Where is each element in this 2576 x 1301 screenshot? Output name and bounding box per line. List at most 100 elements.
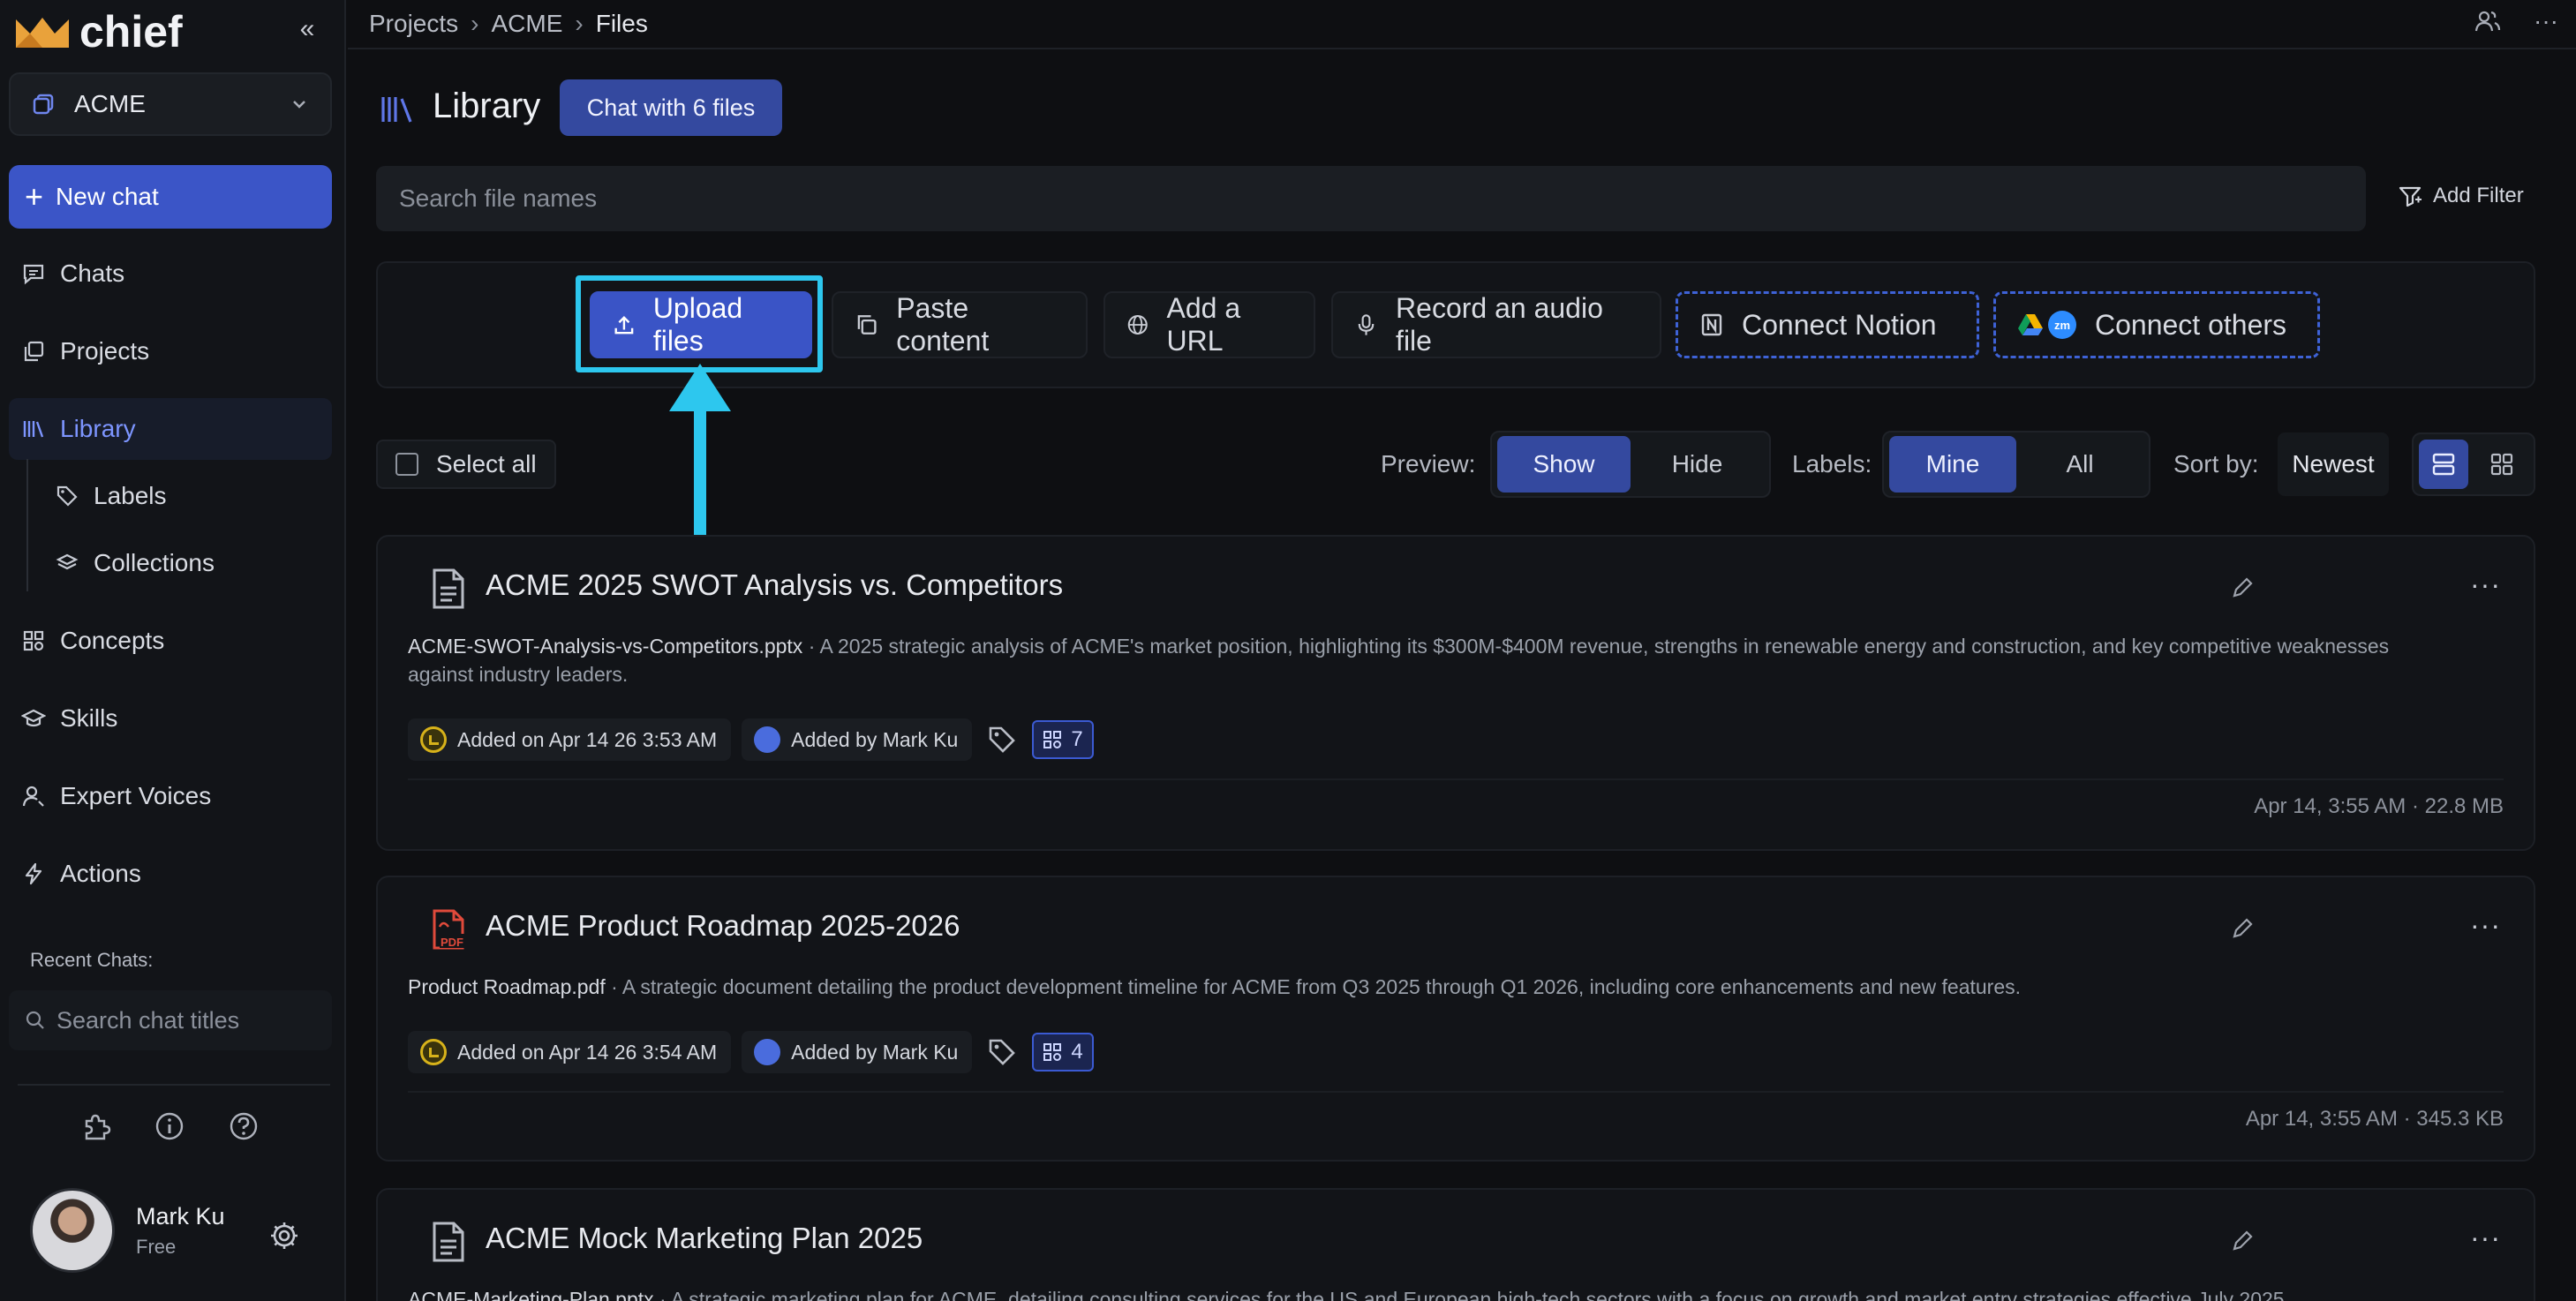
microphone-icon: [1358, 314, 1375, 335]
file-card[interactable]: PDF ACME Product Roadmap 2025-2026 ··· P…: [376, 876, 2535, 1162]
sidebar-item-library[interactable]: Library: [9, 398, 332, 460]
tag-icon[interactable]: [986, 724, 1018, 756]
added-by-text: Added by Mark Ku: [791, 727, 959, 751]
edit-icon[interactable]: [2230, 1229, 2255, 1253]
lightning-icon: [25, 862, 42, 885]
concepts-count-chip[interactable]: 4: [1032, 1033, 1094, 1072]
more-options-icon[interactable]: ···: [2534, 7, 2558, 35]
sidebar-item-label: Skills: [60, 704, 118, 732]
concepts-count: 7: [1071, 727, 1083, 751]
labels-label: Labels:: [1792, 450, 1872, 478]
edit-icon[interactable]: [2230, 575, 2255, 600]
add-filter-button[interactable]: Add Filter: [2398, 184, 2524, 208]
paste-content-button[interactable]: Paste content: [832, 291, 1088, 358]
concepts-icon: [1043, 731, 1062, 748]
sidebar-item-collections[interactable]: Collections: [42, 532, 332, 594]
sidebar-item-label: Chats: [60, 259, 125, 287]
sidebar-item-label: Labels: [94, 482, 167, 509]
added-by-chip: Added by Mark Ku: [742, 1031, 973, 1073]
divider: [408, 1091, 2504, 1093]
breadcrumb-projects[interactable]: Projects: [369, 10, 458, 38]
edit-icon[interactable]: [2230, 916, 2255, 941]
labels-mine-option[interactable]: Mine: [1889, 436, 2016, 493]
connect-notion-button[interactable]: Connect Notion: [1676, 291, 1979, 358]
file-title[interactable]: ACME Mock Marketing Plan 2025: [486, 1222, 923, 1255]
projects-icon: [24, 341, 44, 362]
preview-hide-option[interactable]: Hide: [1631, 436, 1764, 493]
concepts-count-chip[interactable]: 7: [1032, 720, 1094, 759]
logo[interactable]: chief: [14, 7, 183, 56]
concepts-count: 4: [1071, 1040, 1083, 1064]
file-description: ACME-Marketing-Plan.pptx · A strategic m…: [408, 1285, 2438, 1301]
library-icon: [23, 421, 44, 438]
file-description: Product Roadmap.pdf · A strategic docume…: [408, 973, 2438, 1001]
sidebar-item-projects[interactable]: Projects: [9, 320, 332, 382]
tag-icon[interactable]: [986, 1036, 1018, 1068]
labels-all-option[interactable]: All: [2016, 436, 2143, 493]
layers-icon: [56, 553, 79, 570]
chevron-right-icon: ›: [575, 10, 584, 37]
added-on-text: Added on Apr 14 26 3:53 AM: [457, 727, 718, 751]
user-profile[interactable]: Mark Ku Free: [30, 1188, 225, 1273]
sidebar-footer-icons: [79, 1110, 260, 1142]
tag-icon: [56, 485, 78, 507]
svg-text:PDF: PDF: [441, 936, 463, 949]
collapse-sidebar-button[interactable]: «: [293, 16, 321, 44]
workspace-select[interactable]: ACME: [9, 72, 332, 136]
sidebar-item-chats[interactable]: Chats: [9, 243, 332, 305]
record-audio-button[interactable]: Record an audio file: [1331, 291, 1661, 358]
file-description: ACME-SWOT-Analysis-vs-Competitors.pptx ·…: [408, 632, 2438, 688]
select-all-checkbox[interactable]: Select all: [376, 440, 556, 489]
file-search-input[interactable]: Search file names: [376, 166, 2366, 231]
user-name: Mark Ku: [136, 1202, 225, 1230]
users-icon[interactable]: [2474, 7, 2502, 35]
sidebar-item-labels[interactable]: Labels: [42, 465, 332, 527]
list-view-icon[interactable]: [2419, 440, 2468, 489]
new-chat-button[interactable]: + New chat: [9, 165, 332, 229]
sidebar-item-label: Projects: [60, 337, 150, 365]
file-summary: · A strategic document detailing the pro…: [605, 975, 2022, 998]
more-options-icon[interactable]: ···: [2470, 570, 2502, 600]
file-name: ACME-Marketing-Plan.pptx: [408, 1288, 654, 1301]
sidebar-item-concepts[interactable]: Concepts: [9, 610, 332, 672]
clock-icon: [420, 726, 447, 753]
avatar: [30, 1188, 115, 1273]
breadcrumb-acme[interactable]: ACME: [491, 10, 562, 38]
logo-icon: [16, 18, 69, 48]
gear-icon[interactable]: [268, 1220, 300, 1252]
search-icon: [26, 1011, 44, 1029]
sidebar-item-label: Collections: [94, 549, 215, 576]
file-title[interactable]: ACME Product Roadmap 2025-2026: [486, 909, 960, 943]
subnav-line: [26, 459, 28, 591]
more-options-icon[interactable]: ···: [2470, 911, 2502, 941]
help-icon[interactable]: [228, 1110, 260, 1142]
connect-others-button[interactable]: zm Connect others: [1993, 291, 2320, 358]
chat-search-input[interactable]: Search chat titles: [9, 990, 332, 1050]
puzzle-icon[interactable]: [79, 1110, 111, 1142]
sidebar-item-expert-voices[interactable]: Expert Voices: [9, 765, 332, 827]
view-toggle: [2412, 432, 2535, 496]
preview-show-option[interactable]: Show: [1497, 436, 1631, 493]
sort-select[interactable]: Newest: [2278, 432, 2389, 496]
sidebar-item-skills[interactable]: Skills: [9, 688, 332, 749]
copy-icon: [857, 315, 877, 335]
info-icon[interactable]: [154, 1110, 185, 1142]
file-title[interactable]: ACME 2025 SWOT Analysis vs. Competitors: [486, 568, 1063, 602]
added-by-chip: Added by Mark Ku: [742, 718, 973, 761]
upload-highlight-box: [576, 275, 823, 372]
google-drive-icon: [2018, 314, 2043, 335]
file-card[interactable]: ACME 2025 SWOT Analysis vs. Competitors …: [376, 535, 2535, 851]
add-url-button[interactable]: Add a URL: [1103, 291, 1315, 358]
record-audio-label: Record an audio file: [1396, 292, 1603, 357]
labels-toggle: Mine All: [1882, 431, 2150, 498]
zoom-icon: zm: [2048, 311, 2076, 339]
logo-text: chief: [79, 7, 183, 56]
file-card[interactable]: ACME Mock Marketing Plan 2025 ··· ACME-M…: [376, 1188, 2535, 1301]
grid-view-icon[interactable]: [2477, 440, 2527, 489]
notion-icon: [1701, 313, 1722, 336]
user-icon: [754, 726, 781, 753]
plus-icon: +: [25, 178, 44, 214]
chat-with-files-button[interactable]: Chat with 6 files: [560, 79, 782, 136]
sidebar-item-actions[interactable]: Actions: [9, 843, 332, 905]
more-options-icon[interactable]: ···: [2470, 1223, 2502, 1253]
